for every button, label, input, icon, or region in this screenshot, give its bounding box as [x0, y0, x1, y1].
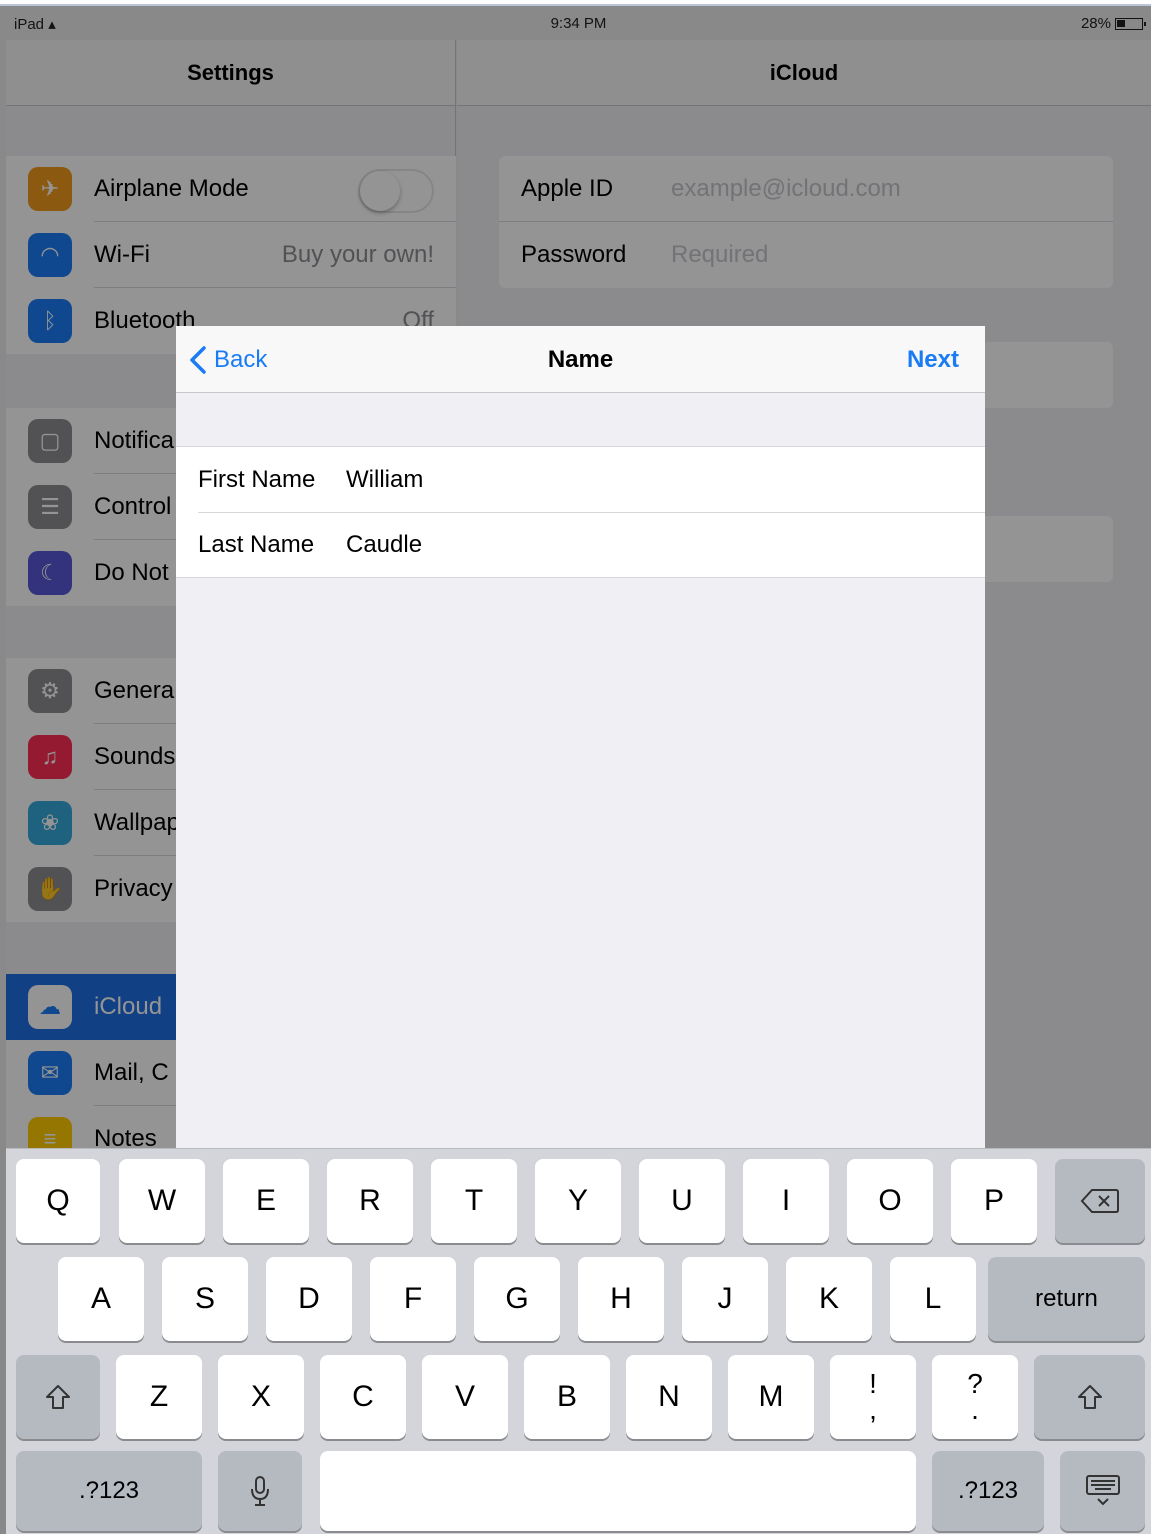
key-h[interactable]: H — [578, 1257, 664, 1341]
key-b[interactable]: B — [524, 1355, 610, 1439]
key-m[interactable]: M — [728, 1355, 814, 1439]
delete-key[interactable] — [1055, 1159, 1145, 1243]
key-g[interactable]: G — [474, 1257, 560, 1341]
shift-icon — [46, 1385, 70, 1409]
key-o[interactable]: O — [847, 1159, 933, 1243]
return-key[interactable]: return — [988, 1257, 1145, 1341]
back-label: Back — [214, 345, 268, 373]
last-name-row[interactable]: Last Name Caudle — [198, 512, 985, 577]
name-form: First Name William Last Name Caudle — [176, 446, 985, 578]
first-name-row[interactable]: First Name William — [176, 447, 985, 512]
key-v[interactable]: V — [422, 1355, 508, 1439]
key-w[interactable]: W — [119, 1159, 205, 1243]
key-p[interactable]: P — [951, 1159, 1037, 1243]
back-button[interactable]: Back — [188, 326, 267, 393]
name-sheet-navbar: Name Back Next — [176, 326, 985, 393]
numbers-key-left[interactable]: .?123 — [16, 1451, 202, 1531]
next-button[interactable]: Next — [907, 326, 959, 393]
backspace-icon — [1080, 1189, 1119, 1213]
key-a[interactable]: A — [58, 1257, 144, 1341]
key-j[interactable]: J — [682, 1257, 768, 1341]
key-question-period[interactable]: ? . — [932, 1355, 1018, 1439]
keyboard-dismiss-icon — [1085, 1475, 1120, 1506]
key-y[interactable]: Y — [535, 1159, 621, 1243]
key-n[interactable]: N — [626, 1355, 712, 1439]
first-name-field[interactable]: William — [346, 466, 985, 494]
key-u[interactable]: U — [639, 1159, 725, 1243]
chevron-left-icon — [190, 345, 206, 374]
key-f[interactable]: F — [370, 1257, 456, 1341]
key-z[interactable]: Z — [116, 1355, 202, 1439]
key-k[interactable]: K — [786, 1257, 872, 1341]
key-c[interactable]: C — [320, 1355, 406, 1439]
name-sheet: Name Back Next First Name William Last N… — [176, 326, 985, 1148]
key-i[interactable]: I — [743, 1159, 829, 1243]
key-exclamation-comma[interactable]: ! , — [830, 1355, 916, 1439]
first-name-label: First Name — [198, 465, 316, 493]
key-l[interactable]: L — [890, 1257, 976, 1341]
key-x[interactable]: X — [218, 1355, 304, 1439]
hide-keyboard-key[interactable] — [1060, 1451, 1145, 1531]
key-bottom-glyph: . — [971, 1394, 979, 1425]
key-s[interactable]: S — [162, 1257, 248, 1341]
last-name-field[interactable]: Caudle — [346, 531, 985, 559]
key-t[interactable]: T — [431, 1159, 517, 1243]
shift-key-left[interactable] — [16, 1355, 100, 1439]
shift-icon — [1077, 1385, 1102, 1409]
shift-key-right[interactable] — [1034, 1355, 1145, 1439]
dictation-key[interactable] — [218, 1451, 302, 1531]
sheet-title: Name — [547, 346, 614, 373]
key-e[interactable]: E — [223, 1159, 309, 1243]
key-bottom-glyph: , — [869, 1394, 877, 1425]
last-name-label: Last Name — [198, 531, 315, 558]
on-screen-keyboard: Q W E R T Y U I O P A S D F G H J K L re… — [6, 1148, 1151, 1534]
key-r[interactable]: R — [327, 1159, 413, 1243]
key-d[interactable]: D — [266, 1257, 352, 1341]
space-bar[interactable] — [320, 1451, 916, 1531]
key-q[interactable]: Q — [16, 1159, 100, 1243]
microphone-icon — [251, 1476, 269, 1506]
numbers-key-right[interactable]: .?123 — [932, 1451, 1044, 1531]
